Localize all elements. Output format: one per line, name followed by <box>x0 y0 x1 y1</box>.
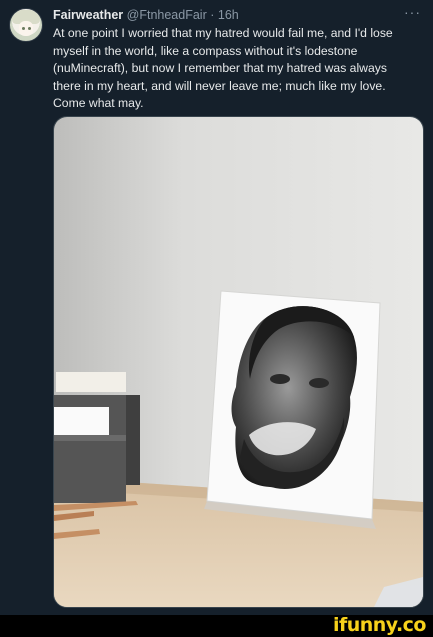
display-name[interactable]: Fairweather <box>53 8 123 22</box>
tweet-text: At one point I worried that my hatred wo… <box>53 26 393 111</box>
avatar-eye-left <box>22 27 25 30</box>
separator-dot: · <box>210 8 215 22</box>
user-handle[interactable]: @FtnheadFair <box>127 8 207 22</box>
photo-illustration <box>54 117 423 607</box>
more-options-icon[interactable]: ··· <box>404 4 421 20</box>
avatar[interactable] <box>9 8 43 42</box>
avatar-eye-right <box>28 27 31 30</box>
ifunny-watermark: ifunny.co <box>332 614 427 636</box>
timestamp[interactable]: 16h <box>218 8 239 22</box>
tweet-header: Fairweather @FtnheadFair · 16h <box>53 7 239 23</box>
picture-frame <box>204 290 381 529</box>
tweet[interactable]: Fairweather @FtnheadFair · 16h ··· At on… <box>0 0 433 615</box>
tweet-image[interactable] <box>53 116 424 608</box>
